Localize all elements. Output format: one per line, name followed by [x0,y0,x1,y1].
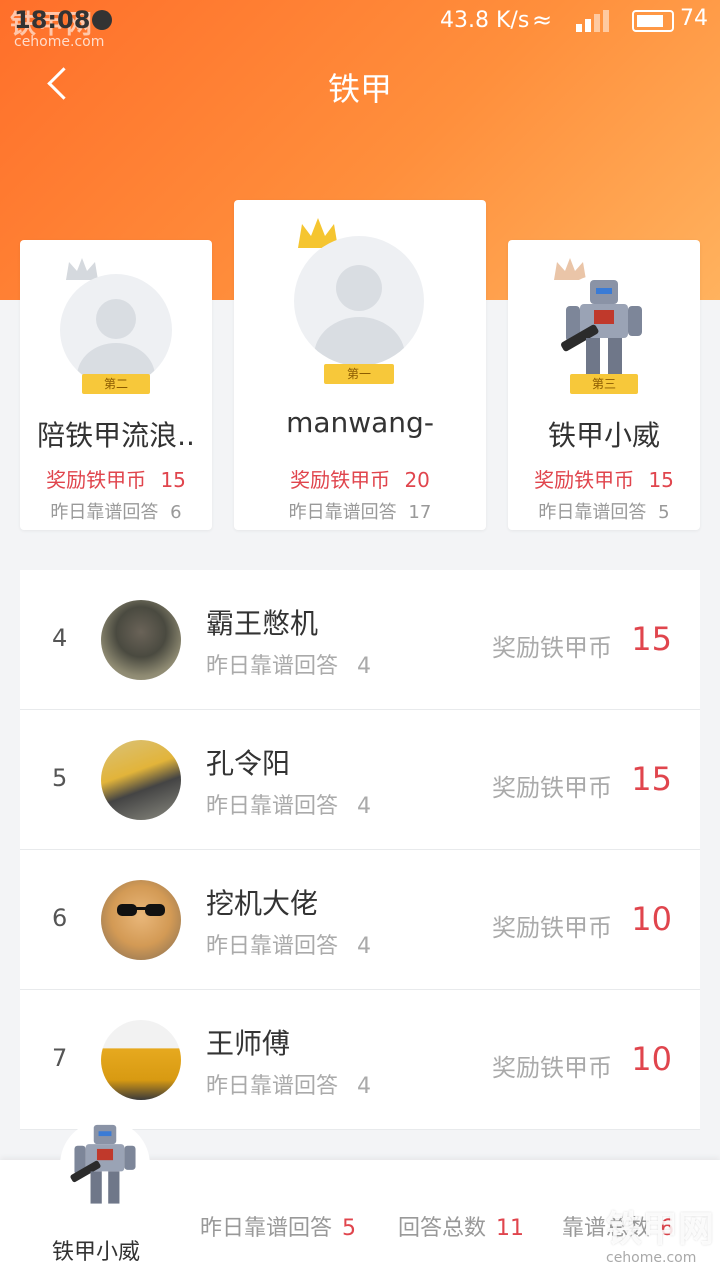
podium-name: 铁甲小威 [547,419,660,452]
reliable-label: 昨日靠谱回答 [206,794,339,819]
reliable-label: 昨日靠谱回答 [206,654,339,679]
reward-label: 奖励铁甲币 [46,468,147,492]
ranking-list: 4 霸王憋机 昨日靠谱回答 4 奖励铁甲币 15 5 孔令阳 昨日靠谱回答 4 … [20,570,700,1130]
podium-second[interactable]: 第二 陪铁甲流浪.. 奖励铁甲币 15 昨日靠谱回答 6 [20,240,212,530]
reliable-value: 6 [170,502,182,523]
avatar [294,236,424,366]
my-name: 铁甲小威 [52,1240,141,1265]
reward-value: 15 [648,468,674,492]
reliable-label: 昨日靠谱回答 [206,934,339,959]
robot-avatar-icon [561,280,642,378]
reliable-value: 4 [357,1074,372,1099]
reward-label: 奖励铁甲币 [492,1054,612,1082]
avatar [101,740,181,820]
podium-name: manwang- [286,406,434,439]
watermark-logo: 铁甲网 [606,1209,715,1250]
reliable-label: 昨日靠谱回答 [538,502,647,523]
status-bar: 铁甲网 cehome.com 18:08 43.8 K/s ≈ 74 [0,0,720,50]
reliable-value: 4 [357,934,372,959]
stat-total-answers: 回答总数 11 [398,1210,524,1242]
reliable-label: 昨日靠谱回答 [50,502,159,523]
watermark-url: cehome.com [14,34,105,50]
avatar [101,1020,181,1100]
reliable-value: 4 [357,794,372,819]
reward-label: 奖励铁甲币 [534,468,635,492]
rank-ribbon: 第二 [82,374,150,394]
stat-label: 昨日靠谱回答 [200,1216,333,1241]
list-item[interactable]: 5 孔令阳 昨日靠谱回答 4 奖励铁甲币 15 [20,710,700,850]
page-title: 铁甲 [327,70,392,108]
list-item[interactable]: 7 王师傅 昨日靠谱回答 4 奖励铁甲币 10 [20,990,700,1130]
battery-icon [632,10,674,32]
avatar [101,600,181,680]
robot-avatar-icon [70,1124,136,1204]
reward-value: 15 [631,760,672,798]
network-speed: 43.8 K/s [440,8,530,33]
reward-value: 15 [631,620,672,658]
stat-value: 11 [496,1216,525,1241]
reward-label: 奖励铁甲币 [290,468,391,492]
reliable-label: 昨日靠谱回答 [288,502,397,523]
user-name: 挖机大佬 [206,887,319,920]
status-time: 18:08 [14,6,91,34]
reward-label: 奖励铁甲币 [492,914,612,942]
reliable-text: 昨日靠谱回答 17 [234,498,486,524]
user-name: 霸王憋机 [206,607,319,640]
podium-third[interactable]: 第三 铁甲小威 奖励铁甲币 15 昨日靠谱回答 5 [508,240,700,530]
reward-text: 奖励铁甲币 20 [234,464,486,493]
reward-value: 20 [404,468,430,492]
avatar [60,274,172,386]
reward-label: 奖励铁甲币 [492,774,612,802]
rank-number: 5 [52,764,68,792]
user-name: 孔令阳 [206,747,291,780]
reliable-text: 昨日靠谱回答 5 [508,498,700,524]
rank-ribbon: 第三 [570,374,638,394]
reliable-value: 5 [658,502,670,523]
my-avatar[interactable] [60,1120,150,1210]
rank-ribbon: 第一 [324,364,394,384]
reward-value: 10 [631,900,672,938]
list-item[interactable]: 6 挖机大佬 昨日靠谱回答 4 奖励铁甲币 10 [20,850,700,990]
podium-name: 陪铁甲流浪.. [37,419,195,452]
stat-reliable-yesterday: 昨日靠谱回答 5 [200,1210,356,1242]
rank-number: 7 [52,1044,68,1072]
battery-level: 74 [680,6,708,31]
sunglasses-icon [117,904,165,916]
reliable-label: 昨日靠谱回答 [206,1074,339,1099]
reliable-text: 昨日靠谱回答 4 [206,928,371,960]
stat-label: 回答总数 [398,1216,487,1241]
reliable-text: 昨日靠谱回答 4 [206,648,371,680]
notification-icon [92,10,112,30]
avatar [101,880,181,960]
list-item[interactable]: 4 霸王憋机 昨日靠谱回答 4 奖励铁甲币 15 [20,570,700,710]
reliable-text: 昨日靠谱回答 4 [206,788,371,820]
reliable-text: 昨日靠谱回答 4 [206,1068,371,1100]
reliable-text: 昨日靠谱回答 6 [20,498,212,524]
reliable-value: 4 [357,654,372,679]
watermark-url: cehome.com [606,1250,697,1266]
rank-number: 4 [52,624,68,652]
rank-number: 6 [52,904,68,932]
reward-value: 15 [160,468,186,492]
podium-first[interactable]: 第一 manwang- 奖励铁甲币 20 昨日靠谱回答 17 [234,200,486,530]
user-name: 王师傅 [206,1027,291,1060]
reward-text: 奖励铁甲币 15 [20,464,212,493]
reward-value: 10 [631,1040,672,1078]
stat-value: 5 [342,1216,357,1241]
wifi-icon: ≈ [532,6,553,34]
reliable-value: 17 [408,502,432,523]
avatar [548,274,660,386]
reward-text: 奖励铁甲币 15 [508,464,700,493]
signal-icon [576,10,616,32]
reward-label: 奖励铁甲币 [492,634,612,662]
